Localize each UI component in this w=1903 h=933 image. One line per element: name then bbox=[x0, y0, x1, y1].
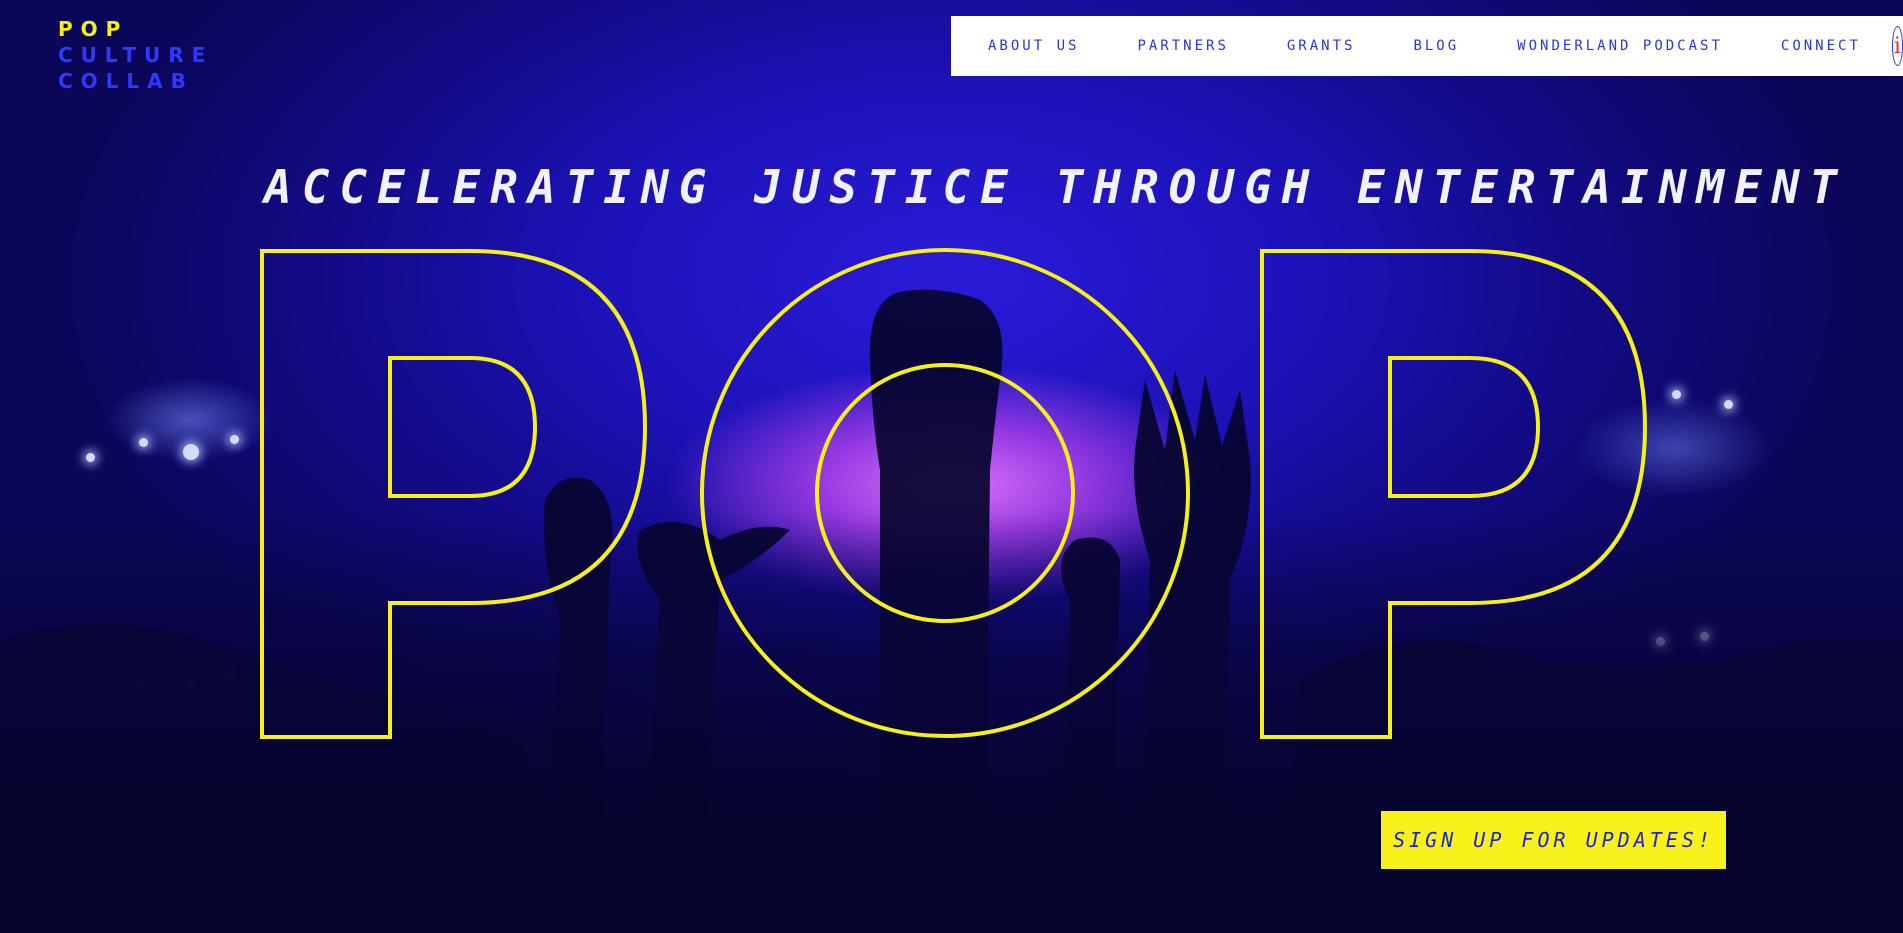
nav-connect[interactable]: CONNECT bbox=[1781, 38, 1861, 54]
signup-button[interactable]: SIGN UP FOR UPDATES! bbox=[1381, 811, 1726, 869]
hero-tagline: ACCELERATING JUSTICE THROUGH ENTERTAINME… bbox=[264, 160, 1848, 214]
main-nav: ABOUT US PARTNERS GRANTS BLOG WONDERLAND… bbox=[951, 16, 1903, 76]
nav-partners[interactable]: PARTNERS bbox=[1137, 38, 1228, 54]
logo-line-collab: COLLAB bbox=[58, 69, 194, 93]
nav-grants[interactable]: GRANTS bbox=[1287, 38, 1356, 54]
pop-letter-p1 bbox=[260, 249, 648, 739]
pop-outline-lettering bbox=[260, 248, 1648, 739]
pop-letter-o-outer bbox=[700, 248, 1190, 738]
logo-line-culture: CULTURE bbox=[58, 43, 214, 67]
logo-line-pop: POP bbox=[58, 17, 129, 41]
site-logo[interactable]: POP CULTURE COLLAB bbox=[58, 16, 218, 94]
pop-letter-p2 bbox=[1260, 249, 1648, 739]
nav-blog[interactable]: BLOG bbox=[1413, 38, 1459, 54]
pop-letter-o-inner bbox=[815, 363, 1075, 623]
info-icon[interactable]: i bbox=[1891, 26, 1903, 66]
nav-wonderland-podcast[interactable]: WONDERLAND PODCAST bbox=[1517, 38, 1723, 54]
nav-about-us[interactable]: ABOUT US bbox=[988, 38, 1079, 54]
